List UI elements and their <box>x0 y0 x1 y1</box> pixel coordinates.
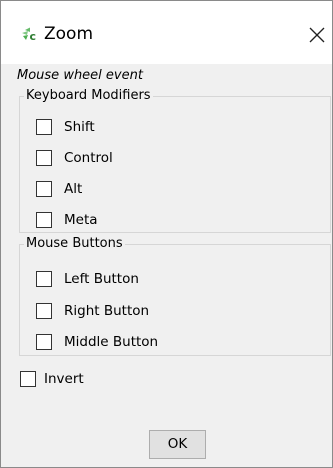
close-icon <box>302 27 332 53</box>
shift-label: Shift <box>64 119 95 135</box>
mouse-buttons-legend: Mouse Buttons <box>24 236 125 252</box>
meta-checkbox[interactable] <box>36 212 52 228</box>
title-bar[interactable]: c Zoom <box>1 1 332 64</box>
control-label: Control <box>64 150 113 166</box>
middle-button-checkbox[interactable] <box>36 334 52 350</box>
shift-checkbox[interactable] <box>36 119 52 135</box>
svg-text:c: c <box>30 30 37 42</box>
invert-label: Invert <box>44 371 84 387</box>
keyboard-modifiers-legend: Keyboard Modifiers <box>24 88 153 104</box>
mouse-buttons-group: Mouse Buttons Left Button Right Button M… <box>19 236 331 356</box>
right-button-checkbox[interactable] <box>36 303 52 319</box>
close-button[interactable] <box>302 21 332 49</box>
right-button-label: Right Button <box>64 303 150 319</box>
meta-label: Meta <box>64 212 98 228</box>
ok-button[interactable]: OK <box>149 430 206 459</box>
left-button-label: Left Button <box>64 271 139 287</box>
invert-checkbox[interactable] <box>20 371 36 387</box>
alt-checkbox[interactable] <box>36 181 52 197</box>
window-title: Zoom <box>44 24 94 44</box>
section-caption: Mouse wheel event <box>17 68 143 83</box>
control-checkbox[interactable] <box>36 150 52 166</box>
zoom-app-icon: c <box>21 26 39 43</box>
left-button-checkbox[interactable] <box>36 271 52 287</box>
zoom-dialog: c Zoom Mouse wheel event Keyboard Modifi… <box>0 0 333 468</box>
middle-button-label: Middle Button <box>64 334 159 350</box>
alt-label: Alt <box>64 181 83 197</box>
keyboard-modifiers-group: Keyboard Modifiers Shift Control Alt Met… <box>19 88 331 233</box>
